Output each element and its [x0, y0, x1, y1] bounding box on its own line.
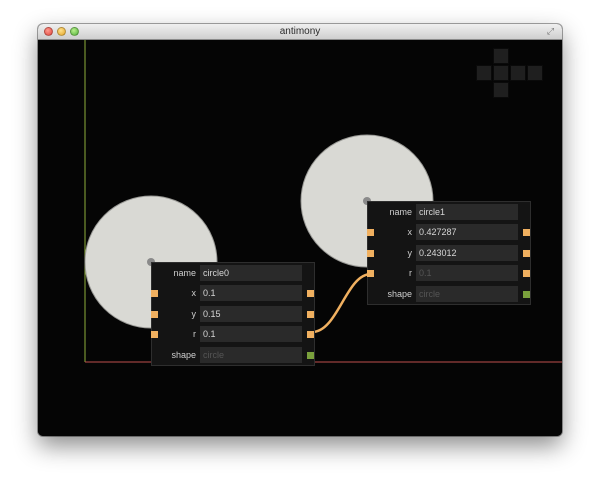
- field-label-name: name: [173, 268, 196, 278]
- field-value-name[interactable]: circle0: [200, 265, 302, 281]
- nav-right-icon[interactable]: [510, 65, 526, 81]
- node-row-shape: shape circle: [368, 284, 530, 304]
- field-label-x: x: [191, 288, 197, 299]
- field-label-x: x: [407, 227, 413, 238]
- view-navigation-cross[interactable]: [476, 48, 546, 102]
- node-circle0[interactable]: name circle0 x 0.1 y 0.15 r 0.1 shape circle: [151, 262, 315, 366]
- field-value-y[interactable]: 0.243012: [416, 244, 518, 261]
- input-port-x[interactable]: [367, 229, 374, 237]
- output-port-shape[interactable]: [307, 351, 314, 359]
- node-row-x: x 0.1: [151, 283, 314, 303]
- field-label-r: r: [193, 329, 196, 340]
- nav-far-right-icon[interactable]: [527, 65, 543, 81]
- nav-down-icon[interactable]: [493, 82, 509, 98]
- output-port-y[interactable]: [307, 310, 314, 318]
- field-value-r[interactable]: 0.1: [200, 326, 302, 343]
- node-row-r: r 0.1: [151, 324, 314, 344]
- input-port-x[interactable]: [151, 290, 158, 298]
- fullscreen-icon[interactable]: ⤢: [545, 26, 556, 37]
- field-label-y: y: [191, 308, 197, 319]
- output-port-y[interactable]: [523, 249, 530, 257]
- field-label-r: r: [409, 268, 412, 279]
- input-port-y[interactable]: [151, 310, 158, 318]
- field-value-x[interactable]: 0.1: [200, 285, 302, 302]
- field-label-shape: shape: [171, 349, 196, 360]
- nav-center-icon[interactable]: [493, 65, 509, 81]
- field-label-shape: shape: [387, 288, 412, 299]
- node-row-r: r 0.1: [367, 263, 530, 283]
- output-port-x[interactable]: [307, 290, 314, 298]
- graph-canvas[interactable]: name circle0 x 0.1 y 0.15 r 0.1 shape circle name…: [38, 40, 562, 436]
- node-row-name: name circle0: [152, 263, 314, 283]
- field-label-y: y: [407, 247, 413, 258]
- app-window: antimony ⤢ name circle0 x 0.1 y 0.15 r 0.1 shape…: [38, 24, 562, 436]
- node-row-shape: shape circle: [152, 345, 314, 365]
- node-row-x: x 0.427287: [367, 222, 530, 242]
- field-value-r[interactable]: 0.1: [416, 265, 518, 282]
- nav-left-icon[interactable]: [476, 65, 492, 81]
- field-value-shape[interactable]: circle: [416, 285, 518, 302]
- connection-wire: [311, 272, 372, 334]
- node-row-y: y 0.15: [151, 304, 314, 324]
- input-port-r[interactable]: [367, 270, 374, 278]
- input-port-r[interactable]: [151, 331, 158, 339]
- node-row-name: name circle1: [368, 202, 530, 222]
- output-port-r[interactable]: [307, 331, 314, 339]
- output-port-r[interactable]: [523, 270, 530, 278]
- node-row-y: y 0.243012: [367, 243, 530, 263]
- field-label-name: name: [389, 207, 412, 217]
- field-value-x[interactable]: 0.427287: [416, 224, 518, 241]
- field-value-shape[interactable]: circle: [200, 346, 302, 363]
- window-title: antimony: [279, 26, 321, 37]
- title-bar[interactable]: antimony ⤢: [38, 24, 562, 40]
- nav-up-icon[interactable]: [493, 48, 509, 64]
- output-port-shape[interactable]: [523, 290, 530, 298]
- field-value-name[interactable]: circle1: [416, 204, 518, 220]
- input-port-y[interactable]: [367, 249, 374, 257]
- field-value-y[interactable]: 0.15: [200, 305, 302, 322]
- output-port-x[interactable]: [523, 229, 530, 237]
- node-circle1[interactable]: name circle1 x 0.427287 y 0.243012 r 0.1 shape ci…: [367, 201, 531, 305]
